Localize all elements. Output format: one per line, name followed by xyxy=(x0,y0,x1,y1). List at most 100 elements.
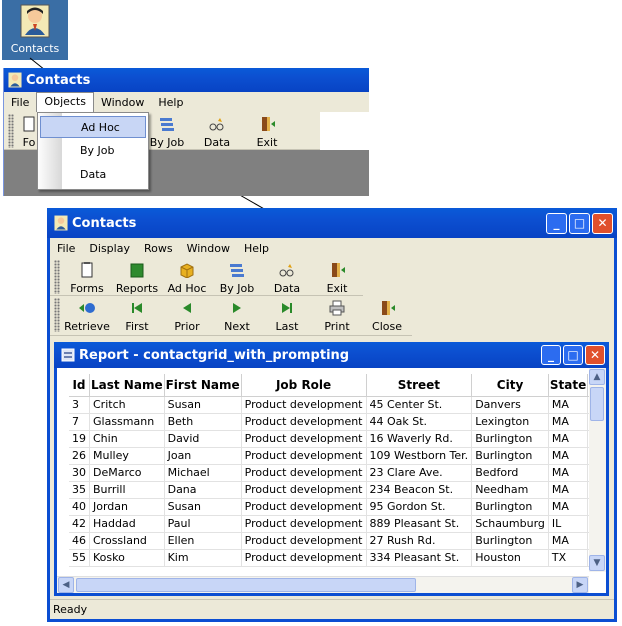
report-minimize-button[interactable]: _ xyxy=(541,345,561,365)
horizontal-scroll-thumb[interactable] xyxy=(76,578,416,592)
column-header[interactable]: Street xyxy=(366,374,473,397)
table-cell[interactable]: Needham xyxy=(471,481,549,499)
menu-file[interactable]: File xyxy=(50,242,82,255)
table-cell[interactable]: 55 xyxy=(69,549,90,567)
toolbar-first-button[interactable]: First xyxy=(112,296,162,333)
toolbar-reports-button[interactable]: Reports xyxy=(112,258,162,295)
toolbar-retrieve-button[interactable]: Retrieve xyxy=(62,296,112,333)
table-cell[interactable]: 27 Rush Rd. xyxy=(366,532,473,550)
table-cell[interactable]: 109 Westborn Ter. xyxy=(366,447,473,465)
table-cell[interactable]: Product development xyxy=(241,430,367,448)
table-cell[interactable]: MA xyxy=(548,481,589,499)
toolbar-prior-button[interactable]: Prior xyxy=(162,296,212,333)
scroll-up-button[interactable]: ▲ xyxy=(589,369,605,385)
column-header[interactable]: Id xyxy=(69,374,90,397)
table-cell[interactable]: Product development xyxy=(241,549,367,567)
table-cell[interactable]: 26 xyxy=(69,447,90,465)
contact-grid[interactable]: Id Last Name First Name Job Role Street City S… xyxy=(69,374,589,572)
table-cell[interactable]: David xyxy=(164,430,242,448)
table-cell[interactable]: Jordan xyxy=(89,498,165,516)
column-header[interactable]: First Name xyxy=(164,374,242,397)
toolbar-grip[interactable] xyxy=(54,298,60,332)
table-cell[interactable]: 46 xyxy=(69,532,90,550)
table-cell[interactable]: Product development xyxy=(241,498,367,516)
report-maximize-button[interactable]: □ xyxy=(563,345,583,365)
table-cell[interactable]: MA xyxy=(548,430,589,448)
table-cell[interactable]: Product development xyxy=(241,464,367,482)
table-row[interactable]: 26 Mulley Joan Product development 109 Westb… xyxy=(69,447,589,465)
table-cell[interactable]: Crossland xyxy=(89,532,165,550)
table-row[interactable]: 3 Critch Susan Product development 45 Center… xyxy=(69,396,589,414)
toolbar-next-button[interactable]: Next xyxy=(212,296,262,333)
table-cell[interactable]: Product development xyxy=(241,532,367,550)
toolbar-exit-button[interactable]: Exit xyxy=(312,258,362,295)
menu-item-data[interactable]: Data xyxy=(40,164,146,186)
table-cell[interactable]: Ellen xyxy=(164,532,242,550)
table-cell[interactable]: Susan xyxy=(164,498,242,516)
table-row[interactable]: 55 Kosko Kim Product development 334 Pleasan… xyxy=(69,549,589,567)
toolbar-exit-button[interactable]: Exit xyxy=(242,112,292,149)
table-row[interactable]: 19 Chin David Product development 16 Waverly… xyxy=(69,430,589,448)
table-cell[interactable]: Burlington xyxy=(471,532,549,550)
menu-item-byjob[interactable]: By Job xyxy=(40,140,146,162)
close-button[interactable]: ✕ xyxy=(592,212,613,234)
scroll-right-button[interactable]: ▶ xyxy=(572,577,588,593)
table-cell[interactable]: 16 Waverly Rd. xyxy=(366,430,473,448)
table-cell[interactable]: Susan xyxy=(164,396,242,414)
minimize-button[interactable]: _ xyxy=(546,212,567,234)
column-header[interactable]: Last Name xyxy=(89,374,165,397)
toolbar-forms-button[interactable]: Forms xyxy=(62,258,112,295)
table-cell[interactable]: Dana xyxy=(164,481,242,499)
table-row[interactable]: 7 Glassmann Beth Product development 44 Oak … xyxy=(69,413,589,431)
table-cell[interactable]: 23 Clare Ave. xyxy=(366,464,473,482)
table-cell[interactable]: MA xyxy=(548,532,589,550)
toolbar-data-button[interactable]: Data xyxy=(192,112,242,149)
table-cell[interactable]: Burrill xyxy=(89,481,165,499)
table-cell[interactable]: Burlington xyxy=(471,447,549,465)
table-cell[interactable]: MA xyxy=(548,413,589,431)
table-cell[interactable]: Chin xyxy=(89,430,165,448)
table-cell[interactable]: Michael xyxy=(164,464,242,482)
toolbar-print-button[interactable]: Print xyxy=(312,296,362,333)
table-cell[interactable]: MA xyxy=(548,396,589,414)
table-cell[interactable]: Product development xyxy=(241,447,367,465)
menu-rows[interactable]: Rows xyxy=(137,242,180,255)
table-cell[interactable]: Burlington xyxy=(471,430,549,448)
table-cell[interactable]: Joan xyxy=(164,447,242,465)
menu-file[interactable]: File xyxy=(4,96,36,109)
table-cell[interactable]: MA xyxy=(548,464,589,482)
table-cell[interactable]: Schaumburg xyxy=(471,515,549,533)
table-row[interactable]: 40 Jordan Susan Product development 95 Gordo… xyxy=(69,498,589,516)
table-cell[interactable]: 42 xyxy=(69,515,90,533)
menu-window[interactable]: Window xyxy=(180,242,237,255)
menu-item-adhoc[interactable]: Ad Hoc xyxy=(40,116,146,138)
table-cell[interactable]: Paul xyxy=(164,515,242,533)
table-cell[interactable]: 44 Oak St. xyxy=(366,413,473,431)
menu-window[interactable]: Window xyxy=(94,96,151,109)
menu-objects[interactable]: Objects xyxy=(36,92,94,112)
table-cell[interactable]: Kim xyxy=(164,549,242,567)
table-cell[interactable]: 19 xyxy=(69,430,90,448)
column-header[interactable]: State xyxy=(548,374,589,397)
column-header[interactable]: Job Role xyxy=(241,374,367,397)
table-cell[interactable]: Product development xyxy=(241,515,367,533)
table-cell[interactable]: Product development xyxy=(241,413,367,431)
toolbar-byjob-button[interactable]: By Job xyxy=(212,258,262,295)
column-header[interactable]: City xyxy=(471,374,549,397)
table-cell[interactable]: Haddad xyxy=(89,515,165,533)
table-cell[interactable]: 334 Pleasant St. xyxy=(366,549,473,567)
table-cell[interactable]: Glassmann xyxy=(89,413,165,431)
table-cell[interactable]: Lexington xyxy=(471,413,549,431)
table-cell[interactable]: DeMarco xyxy=(89,464,165,482)
toolbar-close-button[interactable]: Close xyxy=(362,296,412,333)
vertical-scroll-thumb[interactable] xyxy=(590,387,604,421)
table-cell[interactable]: Critch xyxy=(89,396,165,414)
table-cell[interactable]: 35 xyxy=(69,481,90,499)
table-cell[interactable]: Kosko xyxy=(89,549,165,567)
table-cell[interactable]: 30 xyxy=(69,464,90,482)
table-cell[interactable]: Beth xyxy=(164,413,242,431)
table-cell[interactable]: Danvers xyxy=(471,396,549,414)
table-cell[interactable]: 3 xyxy=(69,396,90,414)
table-cell[interactable]: Burlington xyxy=(471,498,549,516)
table-cell[interactable]: 40 xyxy=(69,498,90,516)
